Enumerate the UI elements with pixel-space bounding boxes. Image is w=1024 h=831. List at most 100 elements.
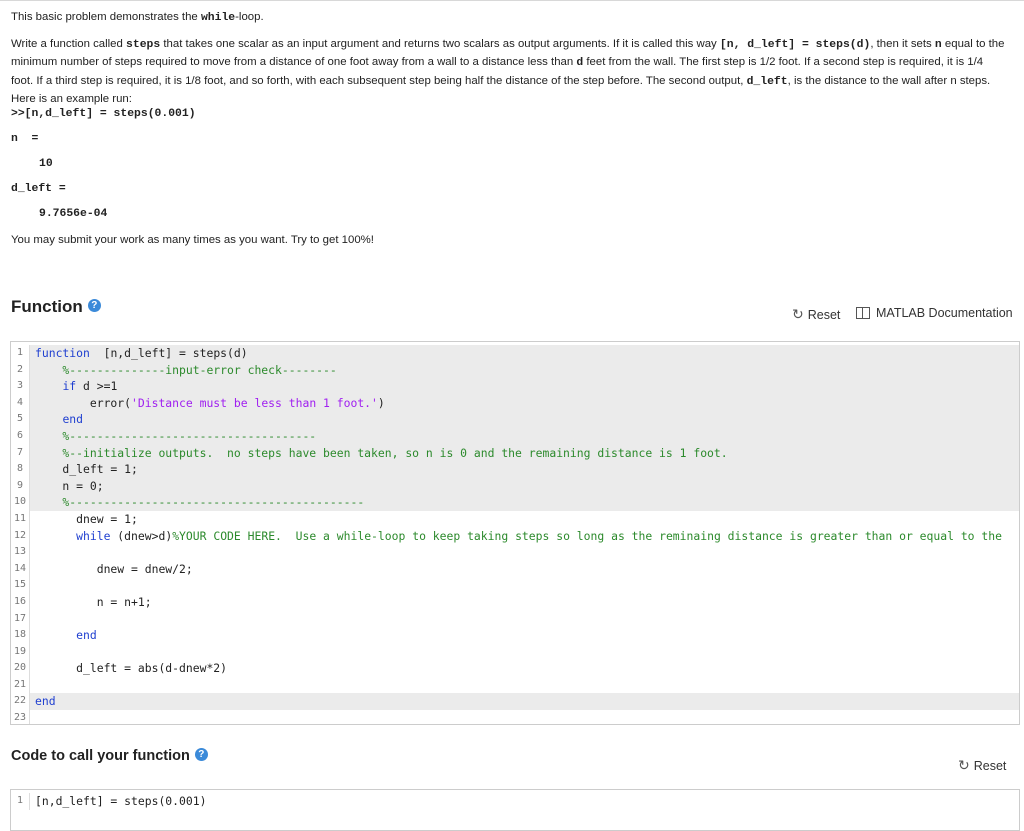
task-code-2: [n, d_left] = steps(d) bbox=[719, 38, 871, 51]
code-token: (dnew>d) bbox=[110, 528, 173, 543]
call-code-editor[interactable]: 1 [n,d_left] = steps(0.001) bbox=[10, 789, 1020, 831]
code-token: d_left = abs(d-dnew*2) bbox=[35, 661, 228, 676]
code-line[interactable]: 17 bbox=[11, 610, 1019, 628]
code-line: 10 %------------------------------------… bbox=[11, 494, 1019, 511]
line-number: 11 bbox=[11, 510, 30, 528]
reset-label: Reset bbox=[973, 758, 1007, 773]
code-text: end bbox=[35, 627, 97, 644]
code-text: end bbox=[35, 411, 83, 428]
output-n-value: 10 bbox=[39, 158, 53, 170]
code-line[interactable]: 18 end bbox=[11, 627, 1019, 644]
code-text: dnew = 1; bbox=[35, 511, 138, 528]
code-line[interactable]: 16 n = n+1; bbox=[11, 593, 1019, 611]
output-d-left-label: d_left = bbox=[11, 183, 66, 195]
code-line: 6 %------------------------------------ bbox=[11, 427, 1019, 445]
call-reset-button[interactable]: ↻ Reset bbox=[958, 757, 1006, 774]
code-line: 1 function [n,d_left] = steps(d) bbox=[11, 345, 1019, 362]
code-text: %--initialize outputs. no steps have bee… bbox=[35, 445, 728, 462]
code-line[interactable]: 20 d_left = abs(d-dnew*2) bbox=[11, 660, 1019, 677]
code-text: %--------------input-error check-------- bbox=[35, 362, 337, 379]
function-title-text: Function bbox=[11, 297, 83, 316]
line-number: 17 bbox=[11, 610, 30, 628]
intro-text: This basic problem demonstrates the bbox=[11, 11, 201, 23]
problem-description: This basic problem demonstrates the whil… bbox=[11, 9, 1006, 109]
task-code-3: n bbox=[934, 38, 942, 51]
function-code-editor[interactable]: 1 function [n,d_left] = steps(d) 2 %------… bbox=[10, 341, 1020, 725]
keyword-token: end bbox=[35, 694, 56, 709]
book-icon bbox=[856, 307, 870, 319]
code-line[interactable]: 19 bbox=[11, 643, 1019, 661]
task-text-3: , then it sets bbox=[870, 37, 935, 50]
reset-button[interactable]: ↻ Reset bbox=[792, 306, 840, 323]
string-token: 'Distance must be less than 1 foot.' bbox=[131, 395, 378, 410]
code-line: 8 d_left = 1; bbox=[11, 461, 1019, 478]
closing-text: You may submit your work as many times a… bbox=[11, 234, 374, 246]
matlab-documentation-link[interactable]: MATLAB Documentation bbox=[856, 306, 1013, 320]
line-number: 4 bbox=[11, 394, 30, 412]
code-text: while (dnew>d)%YOUR CODE HERE. Use a whi… bbox=[35, 528, 1002, 545]
code-line: 4 error('Distance must be less than 1 fo… bbox=[11, 394, 1019, 412]
comment-token: %--initialize outputs. no steps have bee… bbox=[35, 445, 728, 460]
line-number: 13 bbox=[11, 544, 30, 561]
comment-token: %--------------input-error check-------- bbox=[35, 362, 337, 377]
line-number: 20 bbox=[11, 660, 30, 677]
intro-paragraph: This basic problem demonstrates the whil… bbox=[11, 9, 1006, 28]
line-number: 1 bbox=[11, 345, 30, 362]
line-number: 9 bbox=[11, 477, 30, 495]
code-line[interactable]: 13 bbox=[11, 544, 1019, 561]
task-text-2: that takes one scalar as an input argume… bbox=[160, 37, 720, 50]
code-text: end bbox=[35, 693, 56, 710]
line-number: 1 bbox=[11, 793, 30, 810]
code-text: if d >=1 bbox=[35, 378, 117, 395]
line-number: 22 bbox=[11, 693, 30, 711]
keyword-token: end bbox=[62, 412, 84, 427]
code-token: error( bbox=[35, 395, 132, 410]
code-text: function [n,d_left] = steps(d) bbox=[35, 345, 248, 362]
code-line[interactable]: 23 bbox=[11, 710, 1019, 724]
code-text: %---------------------------------------… bbox=[35, 494, 364, 511]
call-section-title: Code to call your function? bbox=[11, 747, 208, 764]
help-icon[interactable]: ? bbox=[87, 299, 101, 313]
intro-text-end: -loop. bbox=[235, 11, 264, 23]
keyword-token: if bbox=[62, 379, 77, 394]
code-text: [n,d_left] = steps(0.001) bbox=[35, 793, 206, 810]
line-number: 19 bbox=[11, 643, 30, 661]
intro-code: while bbox=[200, 12, 236, 24]
code-line[interactable]: 1 [n,d_left] = steps(0.001) bbox=[11, 793, 1019, 810]
keyword-token: end bbox=[76, 628, 97, 643]
code-line[interactable]: 15 bbox=[11, 577, 1019, 594]
comment-token: %YOUR CODE HERE. Use a while-loop to kee… bbox=[172, 528, 1002, 543]
code-line[interactable]: 21 bbox=[11, 676, 1019, 694]
keyword-token: function bbox=[35, 346, 90, 360]
code-token: dnew = dnew/2; bbox=[35, 561, 193, 576]
code-line[interactable]: 14 dnew = dnew/2; bbox=[11, 560, 1019, 578]
example-command: >>[n,d_left] = steps(0.001) bbox=[11, 108, 196, 120]
output-d-left-value: 9.7656e-04 bbox=[39, 208, 108, 220]
call-title-text: Code to call your function bbox=[11, 748, 190, 764]
code-line[interactable]: 12 while (dnew>d)%YOUR CODE HERE. Use a … bbox=[11, 527, 1019, 545]
code-text: error('Distance must be less than 1 foot… bbox=[35, 395, 385, 412]
line-number: 12 bbox=[11, 527, 30, 545]
code-text: dnew = dnew/2; bbox=[35, 561, 193, 578]
reset-icon: ↻ bbox=[958, 757, 970, 773]
function-section-title: Function? bbox=[11, 297, 101, 317]
code-line: 3 if d >=1 bbox=[11, 378, 1019, 395]
code-line: 22 end bbox=[11, 693, 1019, 711]
code-token: ) bbox=[377, 395, 385, 410]
help-icon[interactable]: ? bbox=[194, 747, 208, 761]
code-line[interactable]: 11 dnew = 1; bbox=[11, 510, 1019, 528]
code-line: 7 %--initialize outputs. no steps have b… bbox=[11, 444, 1019, 462]
task-code-1: steps bbox=[126, 38, 161, 51]
task-text-1: Write a function called bbox=[11, 37, 127, 50]
output-n-label: n = bbox=[11, 133, 39, 145]
code-token: dnew = 1; bbox=[35, 511, 138, 526]
code-token: d >=1 bbox=[76, 379, 118, 394]
line-number: 2 bbox=[11, 361, 30, 379]
line-number: 3 bbox=[11, 378, 30, 395]
line-number: 6 bbox=[11, 427, 30, 445]
line-number: 16 bbox=[11, 593, 30, 611]
